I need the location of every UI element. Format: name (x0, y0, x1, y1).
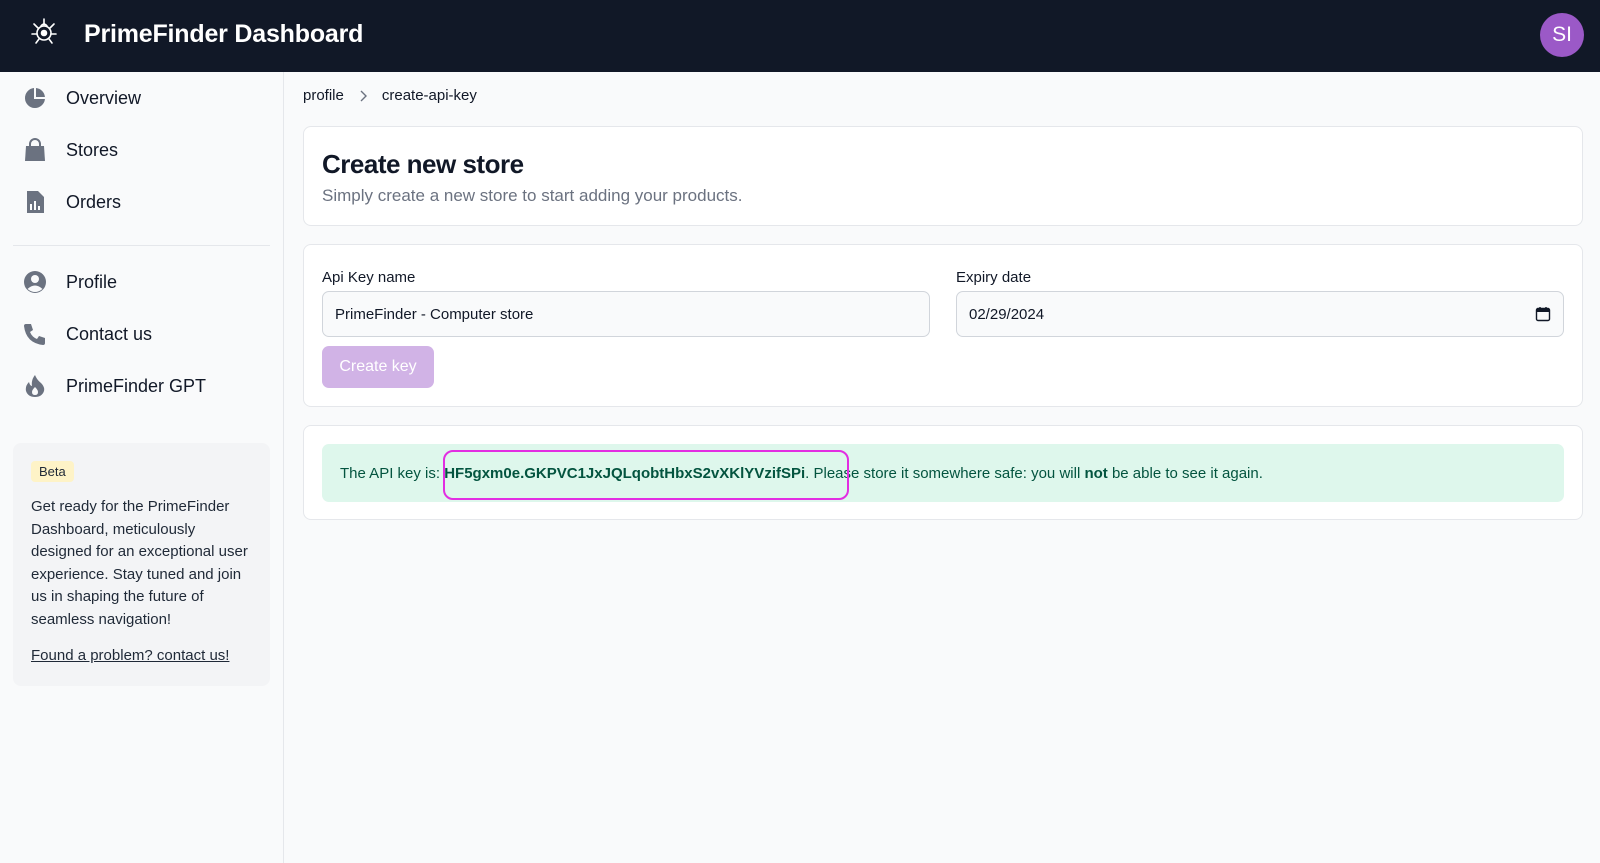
page-header-card: Create new store Simply create a new sto… (303, 126, 1583, 226)
contact-link[interactable]: Found a problem? contact us! (31, 647, 252, 664)
calendar-icon[interactable] (1535, 306, 1551, 322)
shopping-bag-icon (22, 137, 48, 163)
sidebar-item-contact[interactable]: Contact us (22, 314, 272, 354)
expiry-date-label: Expiry date (956, 269, 1032, 286)
sidebar-item-label: Profile (66, 271, 118, 292)
sidebar-item-primefinder-gpt[interactable]: PrimeFinder GPT (22, 366, 272, 406)
expiry-date-value: 02/29/2024 (969, 305, 1045, 323)
sidebar-item-profile[interactable]: Profile (22, 262, 272, 302)
api-key-name-label: Api Key name (322, 269, 416, 286)
page-title: Create new store (322, 149, 524, 179)
api-key-name-input[interactable]: PrimeFinder - Computer store (322, 291, 930, 337)
api-key-form-card: Api Key name PrimeFinder - Computer stor… (303, 244, 1583, 407)
alert-emphasis: not (1084, 464, 1108, 482)
breadcrumb: profile create-api-key (303, 87, 477, 104)
prime-logo-icon[interactable] (28, 16, 60, 48)
beta-card: Beta Get ready for the PrimeFinder Dashb… (13, 443, 270, 686)
sidebar-item-label: Overview (66, 87, 142, 108)
page-subtitle: Simply create a new store to start addin… (322, 186, 743, 205)
app-title: PrimeFinder Dashboard (84, 20, 364, 48)
api-key-result-card: The API key is: HF5gxm0e.GKPVC1JxJQLqobt… (303, 425, 1583, 520)
create-key-button[interactable]: Create key (322, 346, 434, 388)
alert-prefix: The API key is: (340, 464, 445, 482)
api-key-highlight (443, 450, 849, 500)
expiry-date-input[interactable]: 02/29/2024 (956, 291, 1564, 337)
sidebar-item-label: Contact us (66, 323, 153, 344)
sidebar-item-stores[interactable]: Stores (22, 130, 272, 170)
pie-chart-icon (22, 85, 48, 111)
phone-icon (22, 321, 48, 347)
breadcrumb-create-api-key: create-api-key (381, 87, 477, 104)
top-navbar: PrimeFinder Dashboard SI (0, 0, 1600, 72)
sidebar-divider (13, 245, 270, 246)
sidebar-item-overview[interactable]: Overview (22, 78, 272, 118)
sidebar-item-label: Orders (66, 191, 122, 212)
sidebar-item-label: PrimeFinder GPT (66, 375, 207, 396)
fire-icon (22, 373, 48, 399)
beta-description: Get ready for the PrimeFinder Dashboard,… (31, 498, 248, 628)
user-circle-icon (22, 269, 48, 295)
alert-suffix: be able to see it again. (1107, 464, 1263, 482)
sidebar-item-label: Stores (66, 139, 119, 160)
sidebar-item-orders[interactable]: Orders (22, 182, 272, 222)
beta-badge: Beta (31, 461, 74, 482)
sidebar: Overview Stores Orders Profile Contact u… (0, 72, 284, 863)
chevron-right-icon (360, 90, 367, 101)
breadcrumb-profile[interactable]: profile (303, 87, 344, 104)
user-avatar[interactable]: SI (1540, 13, 1584, 57)
document-chart-icon (22, 189, 48, 215)
